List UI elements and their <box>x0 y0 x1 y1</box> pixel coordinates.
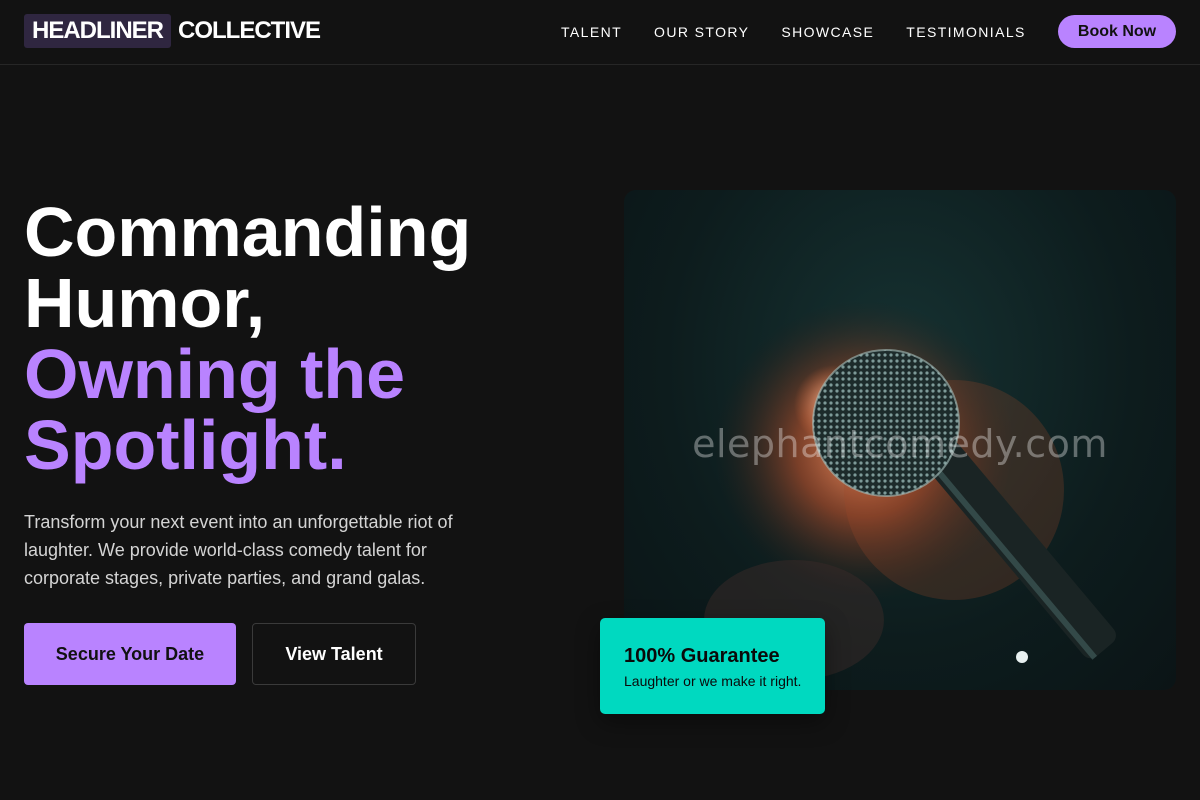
nav-link-our-story[interactable]: OUR STORY <box>654 24 749 40</box>
logo[interactable]: HEADLINER COLLECTIVE <box>24 14 321 48</box>
guarantee-badge: 100% Guarantee Laughter or we make it ri… <box>600 618 825 714</box>
headline-accent-line-1: Owning the <box>24 335 406 413</box>
nav-link-showcase[interactable]: SHOWCASE <box>781 24 874 40</box>
secure-your-date-button[interactable]: Secure Your Date <box>24 623 236 685</box>
nav-links: TALENT OUR STORY SHOWCASE TESTIMONIALS <box>561 24 1026 40</box>
top-navbar: HEADLINER COLLECTIVE TALENT OUR STORY SH… <box>0 0 1200 65</box>
badge-text: Laughter or we make it right. <box>624 673 802 689</box>
badge-title: 100% Guarantee <box>624 645 780 667</box>
view-talent-button[interactable]: View Talent <box>252 623 416 685</box>
watermark-text: elephantcomedy.com <box>692 422 1108 466</box>
headline-line-1: Commanding <box>24 193 472 271</box>
book-now-button[interactable]: Book Now <box>1058 15 1176 48</box>
nav-link-testimonials[interactable]: TESTIMONIALS <box>906 24 1025 40</box>
nav-link-talent[interactable]: TALENT <box>561 24 622 40</box>
microphone-image: elephantcomedy.com <box>624 190 1176 690</box>
headline-line-2: Humor, <box>24 264 266 342</box>
hero-headline: Commanding Humor, Owning the Spotlight. <box>24 197 584 481</box>
logo-highlight: HEADLINER <box>24 14 172 48</box>
hero-subtext: Transform your next event into an unforg… <box>24 512 453 588</box>
logo-text: COLLECTIVE <box>178 17 321 44</box>
headline-accent-line-2: Spotlight. <box>24 406 347 484</box>
